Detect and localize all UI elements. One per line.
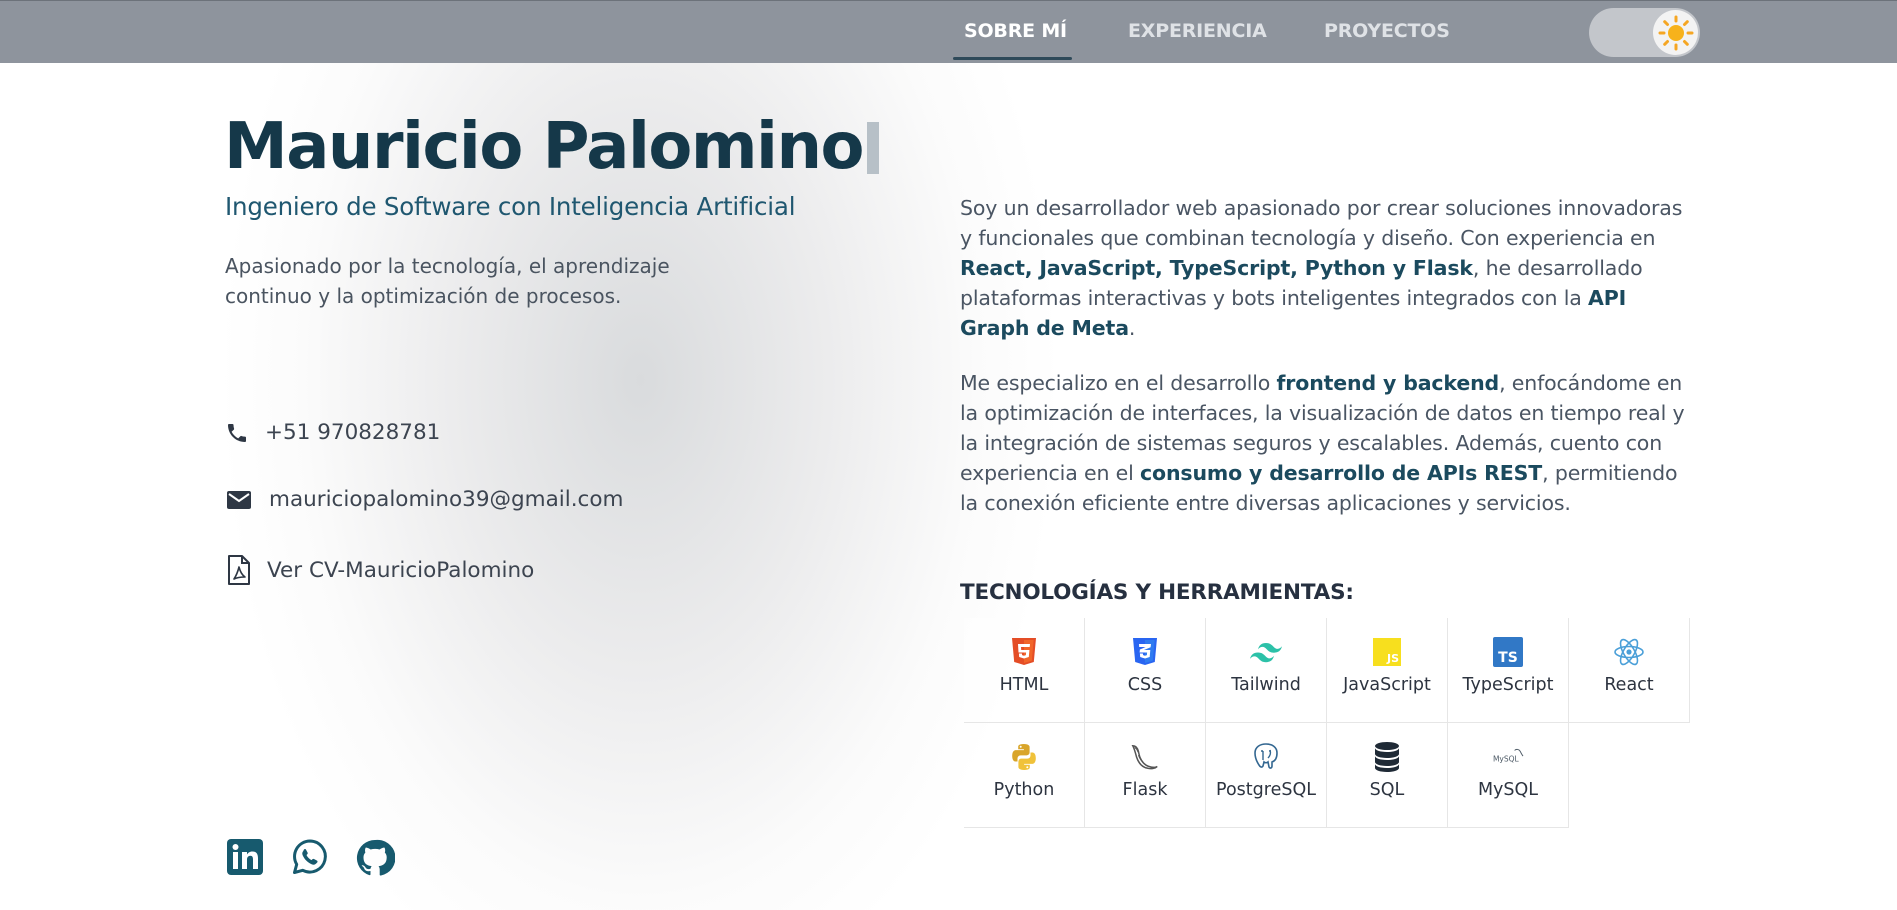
about-p2-highlight-2: consumo y desarrollo de APIs REST	[1140, 461, 1543, 485]
tech-label-typescript: TypeScript	[1462, 675, 1554, 695]
tech-item-html: HTML	[964, 618, 1085, 723]
whatsapp-link[interactable]	[291, 838, 329, 880]
svg-text:MySQL: MySQL	[1493, 755, 1520, 764]
sun-icon	[1658, 15, 1693, 50]
about-p1-text-1: Soy un desarrollador web apasionado por …	[960, 196, 1683, 250]
tech-item-css: CSS	[1085, 618, 1206, 723]
svg-text:JS: JS	[1386, 652, 1399, 665]
tech-item-javascript: JS JavaScript	[1327, 618, 1448, 723]
email-icon	[227, 490, 251, 509]
tech-label-flask: Flask	[1122, 780, 1168, 800]
tech-label-css: CSS	[1127, 675, 1163, 695]
email-address: mauriciopalomino39@gmail.com	[269, 487, 624, 512]
tech-label-mysql: MySQL	[1477, 780, 1539, 800]
tech-item-python: Python	[964, 723, 1085, 828]
tech-label-postgresql: PostgreSQL	[1216, 780, 1316, 800]
hero-subtitle: Ingeniero de Software con Inteligencia A…	[225, 192, 796, 221]
hero-tagline: Apasionado por la tecnología, el aprendi…	[225, 254, 670, 308]
html5-icon	[1012, 638, 1036, 665]
python-icon	[1012, 744, 1036, 770]
top-navbar: SOBRE MÍ EXPERIENCIA PROYECTOS	[0, 0, 1897, 63]
tech-item-sql: SQL	[1327, 723, 1448, 828]
contact-cv[interactable]: Ver CV-MauricioPalomino	[225, 554, 534, 586]
postgresql-icon	[1254, 743, 1278, 769]
typescript-icon: TS	[1493, 637, 1523, 667]
database-icon	[1375, 742, 1399, 772]
typing-cursor	[867, 122, 879, 174]
tech-item-postgresql: PostgreSQL	[1206, 723, 1327, 828]
tech-item-tailwind: Tailwind	[1206, 618, 1327, 723]
linkedin-link[interactable]	[226, 838, 264, 880]
tab-experiencia[interactable]: EXPERIENCIA	[1128, 1, 1267, 61]
contact-email[interactable]: mauriciopalomino39@gmail.com	[225, 487, 623, 512]
tech-label-react: React	[1604, 675, 1654, 695]
tech-label-python: Python	[993, 780, 1055, 800]
about-p2-text-1: Me especializo en el desarrollo	[960, 371, 1277, 395]
about-paragraph-1: Soy un desarrollador web apasionado por …	[960, 193, 1685, 343]
tech-item-flask: Flask	[1085, 723, 1206, 828]
about-paragraph-2: Me especializo en el desarrollo frontend…	[960, 368, 1685, 518]
theme-toggle-knob	[1653, 10, 1698, 55]
tech-item-react: React	[1569, 618, 1690, 723]
pdf-file-icon	[228, 555, 250, 585]
about-p2-highlight-1: frontend y backend	[1276, 371, 1500, 395]
tailwind-icon	[1250, 643, 1282, 663]
active-tab-indicator	[953, 57, 1072, 60]
tech-label-tailwind: Tailwind	[1231, 675, 1301, 695]
phone-icon	[228, 423, 246, 442]
theme-toggle[interactable]	[1589, 8, 1700, 57]
tech-label-sql: SQL	[1369, 780, 1405, 800]
hero-name-wrapper: Mauricio Palomino	[224, 110, 879, 184]
tech-label-html: HTML	[999, 675, 1049, 695]
tech-section-title: TECNOLOGÍAS Y HERRAMIENTAS:	[960, 580, 1354, 605]
tech-label-javascript: JavaScript	[1343, 675, 1431, 695]
cv-link: Ver CV-MauricioPalomino	[267, 557, 535, 583]
contact-phone[interactable]: +51 970828781	[225, 420, 440, 445]
whatsapp-icon	[293, 839, 327, 874]
tech-item-typescript: TS TypeScript	[1448, 618, 1569, 723]
flask-icon	[1131, 744, 1158, 770]
about-p1-text-3: .	[1128, 316, 1136, 340]
tech-item-mysql: MySQL MySQL	[1448, 723, 1569, 828]
mysql-icon: MySQL	[1493, 748, 1524, 764]
github-icon	[356, 839, 396, 876]
javascript-icon: JS	[1373, 638, 1401, 666]
react-icon	[1614, 638, 1644, 666]
tab-proyectos[interactable]: PROYECTOS	[1324, 1, 1450, 61]
css3-icon	[1133, 638, 1157, 665]
phone-number: +51 970828781	[265, 420, 441, 445]
tab-sobre-mi[interactable]: SOBRE MÍ	[964, 1, 1067, 61]
linkedin-icon	[227, 839, 263, 875]
github-link[interactable]	[355, 838, 396, 882]
hero-name: Mauricio Palomino	[224, 110, 865, 184]
about-p1-highlight-1: React, JavaScript, TypeScript, Python y …	[960, 256, 1473, 280]
svg-text:TS: TS	[1498, 650, 1518, 666]
